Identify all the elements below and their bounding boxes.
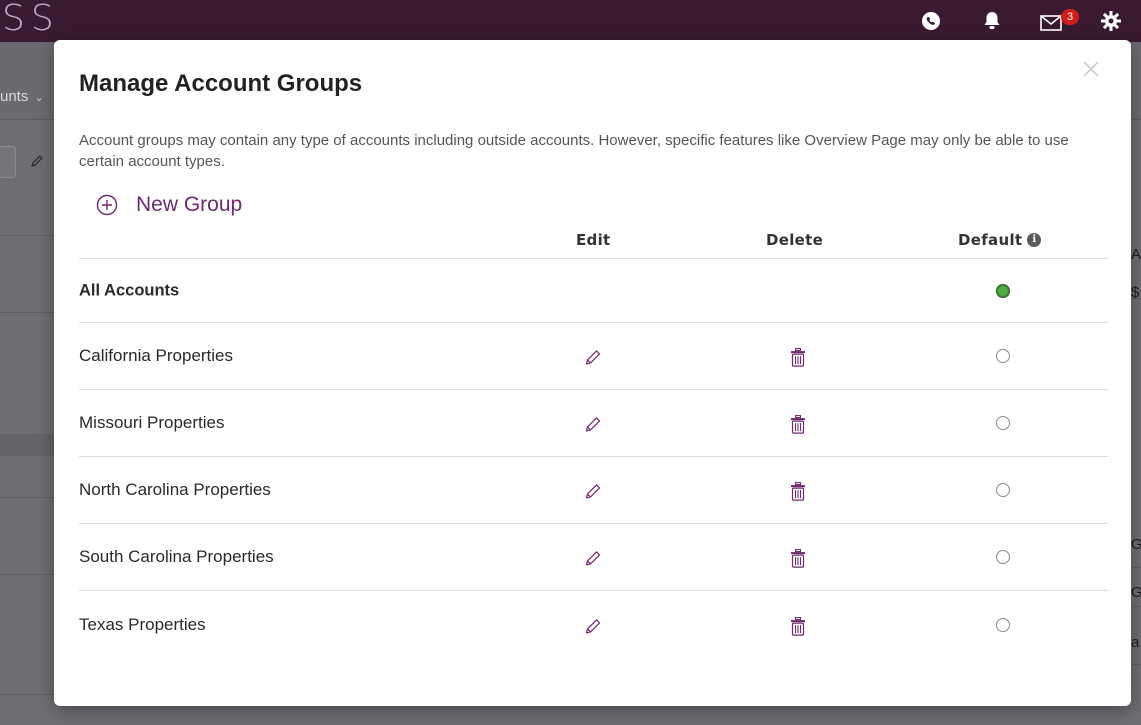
dialog-description: Account groups may contain any type of a… — [79, 132, 1069, 170]
dialog-title: Manage Account Groups — [79, 70, 363, 97]
divider — [0, 235, 54, 236]
edit-button[interactable] — [584, 415, 602, 433]
group-name: Missouri Properties — [79, 413, 225, 432]
app-logo: SS — [2, 0, 60, 39]
background-cell-text: a — [1131, 634, 1140, 651]
default-radio[interactable] — [996, 483, 1010, 497]
table-row: Texas Properties — [79, 591, 1108, 658]
delete-button[interactable] — [790, 549, 806, 569]
default-radio[interactable] — [996, 550, 1010, 564]
trash-icon — [791, 549, 805, 568]
group-name: North Carolina Properties — [79, 480, 271, 499]
divider — [1131, 567, 1141, 568]
trash-icon — [791, 482, 805, 501]
column-header-delete: Delete — [766, 231, 824, 249]
background-row-highlight — [0, 434, 55, 456]
pencil-icon — [585, 417, 601, 432]
trash-icon — [791, 415, 805, 434]
divider — [0, 497, 54, 498]
trash-icon — [791, 616, 805, 636]
divider — [1131, 664, 1141, 665]
default-radio[interactable] — [996, 416, 1010, 430]
edit-button[interactable] — [584, 617, 602, 635]
table-row: Missouri Properties — [79, 390, 1108, 457]
phone-icon[interactable] — [920, 10, 942, 32]
chevron-down-icon: ⌄ — [34, 92, 44, 104]
group-name: South Carolina Properties — [79, 547, 274, 566]
bell-icon[interactable] — [981, 10, 1003, 32]
new-group-label: New Group — [136, 193, 243, 216]
mail-count-badge: 3 — [1061, 9, 1079, 25]
pencil-icon — [585, 551, 601, 566]
column-header-edit: Edit — [576, 231, 611, 249]
delete-button[interactable] — [790, 482, 806, 502]
table-header: Edit Delete Default i — [79, 228, 1108, 259]
table-row: California Properties — [79, 323, 1108, 390]
background-column-header: Ar — [1131, 246, 1141, 263]
accounts-nav[interactable]: unts ⌄ — [0, 88, 44, 105]
group-name: California Properties — [79, 346, 234, 365]
edit-button[interactable] — [584, 549, 602, 567]
pencil-icon[interactable] — [30, 154, 44, 173]
table-row: South Carolina Properties — [79, 524, 1108, 591]
background-input[interactable] — [0, 146, 16, 178]
default-radio[interactable] — [996, 283, 1010, 298]
column-header-default-label: Default — [958, 231, 1023, 249]
pencil-icon — [585, 618, 601, 634]
background-cell-text: G — [1131, 584, 1141, 601]
info-icon[interactable]: i — [1027, 233, 1042, 247]
table-row: North Carolina Properties — [79, 457, 1108, 524]
close-button[interactable] — [1080, 58, 1102, 80]
divider — [0, 574, 54, 575]
app-top-bar: SS 3 — [0, 0, 1141, 42]
table-row: All Accounts — [79, 259, 1108, 323]
default-radio[interactable] — [996, 349, 1010, 363]
close-icon — [1083, 61, 1099, 77]
accounts-nav-label: unts — [0, 88, 29, 105]
pencil-icon — [585, 484, 601, 499]
edit-button[interactable] — [584, 482, 602, 500]
group-name: Texas Properties — [79, 614, 206, 634]
background-cell-text: G — [1131, 536, 1141, 553]
pencil-icon — [585, 350, 601, 365]
manage-account-groups-dialog: Manage Account Groups Account groups may… — [54, 40, 1131, 706]
account-groups-table: Edit Delete Default i All Accounts Calif… — [79, 228, 1108, 658]
group-name: All Accounts — [79, 281, 180, 299]
trash-icon — [791, 348, 805, 367]
delete-button[interactable] — [790, 616, 806, 636]
delete-button[interactable] — [790, 348, 806, 368]
background-cell-text: $ — [1131, 284, 1140, 301]
delete-button[interactable] — [790, 415, 806, 435]
divider — [0, 694, 54, 695]
default-radio[interactable] — [996, 617, 1010, 632]
gear-icon[interactable] — [1100, 10, 1122, 32]
divider — [0, 312, 54, 313]
edit-button[interactable] — [584, 348, 602, 366]
plus-circle-icon — [96, 194, 118, 216]
mail-icon[interactable] — [1040, 12, 1062, 34]
new-group-button[interactable]: New Group — [96, 193, 242, 217]
column-header-default: Default i — [958, 231, 1042, 249]
divider — [1131, 606, 1141, 607]
